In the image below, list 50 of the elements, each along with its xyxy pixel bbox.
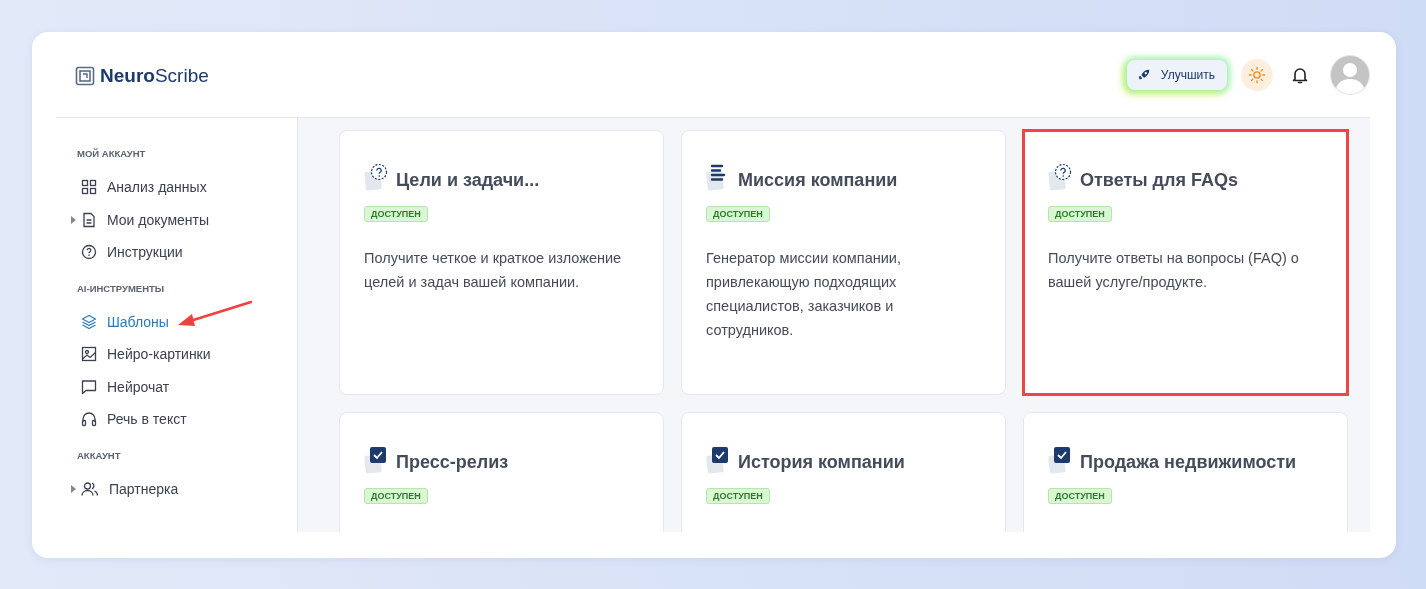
template-card[interactable]: Цели и задачи... ДОСТУПЕН Получите четкое и краткое изложение целей и задач вашей компании. [339, 130, 664, 395]
headphones-icon [81, 411, 97, 428]
card-title: Продажа недвижимости [1080, 452, 1297, 474]
status-badge: ДОСТУПЕН [1048, 488, 1112, 504]
sidebar-item[interactable]: Анализ данных [81, 179, 207, 196]
template-card[interactable]: Миссия компании ДОСТУПЕН Генератор миссии компании, привлекающую подходящих специалистов, заказчиков и сотрудников. [681, 130, 1006, 395]
sidebar-item[interactable]: Инструкции [81, 244, 183, 261]
question-document-icon [1048, 163, 1074, 193]
card-title: Миссия компании [738, 170, 898, 192]
card-title: Цели и задачи... [396, 170, 540, 192]
users-icon [81, 480, 99, 497]
image-icon [81, 346, 97, 363]
sidebar-item[interactable]: Шаблоны [81, 313, 169, 330]
sidebar-item[interactable]: Партнерка [81, 480, 179, 497]
status-badge: ДОСТУПЕН [706, 488, 770, 504]
question-document-icon [364, 163, 390, 193]
card-description: Получите четкое и краткое изложение целей и задач вашей компании. [364, 249, 623, 292]
logo-text: NeuroScribe [100, 64, 209, 87]
help-icon [81, 244, 97, 261]
sidebar-item[interactable]: Нейрочат [81, 378, 170, 395]
sidebar-item[interactable]: Мои документы [81, 211, 209, 228]
upgrade-button[interactable]: Улучшить [1126, 59, 1227, 90]
layers-icon [81, 313, 97, 330]
logo-icon [75, 65, 95, 86]
template-card[interactable]: Пресс-релиз ДОСТУПЕН [339, 412, 664, 532]
template-card[interactable]: История компании ДОСТУПЕН [681, 412, 1006, 532]
status-badge: ДОСТУПЕН [1048, 206, 1112, 222]
chat-icon [81, 378, 97, 395]
caret-icon[interactable] [71, 484, 76, 493]
document-icon [81, 211, 97, 228]
card-title: История компании [738, 452, 905, 474]
card-description: Генератор миссии компании, привлекающую подходящих специалистов, заказчиков и сотрудников. [706, 249, 902, 340]
sidebar-item[interactable]: Речь в текст [81, 411, 187, 428]
sidebar-item[interactable]: Нейро-картинки [81, 346, 211, 363]
status-badge: ДОСТУПЕН [706, 206, 770, 222]
card-title: Ответы для FAQs [1080, 170, 1238, 192]
template-card[interactable]: Продажа недвижимости ДОСТУПЕН [1023, 412, 1348, 532]
status-badge: ДОСТУПЕН [364, 488, 428, 504]
status-badge: ДОСТУПЕН [364, 206, 428, 222]
card-title: Пресс-релиз [396, 452, 509, 474]
section-heading: АККАУНТ [77, 449, 122, 461]
section-heading: AI-ИНСТРУМЕНТЫ [77, 282, 166, 294]
template-card[interactable]: Ответы для FAQs ДОСТУПЕН Получите ответы на вопросы (FAQ) о вашей услуге/продукте. [1023, 130, 1348, 395]
section-heading: МОЙ АККАУНТ [77, 148, 147, 159]
rocket-icon [1136, 67, 1151, 82]
sun-icon [1248, 65, 1266, 84]
grid-icon [81, 179, 97, 196]
card-description: Получите ответы на вопросы (FAQ) о вашей услуге/продукте. [1048, 249, 1300, 292]
caret-icon[interactable] [71, 215, 76, 224]
theme-toggle-button[interactable] [1241, 58, 1273, 91]
